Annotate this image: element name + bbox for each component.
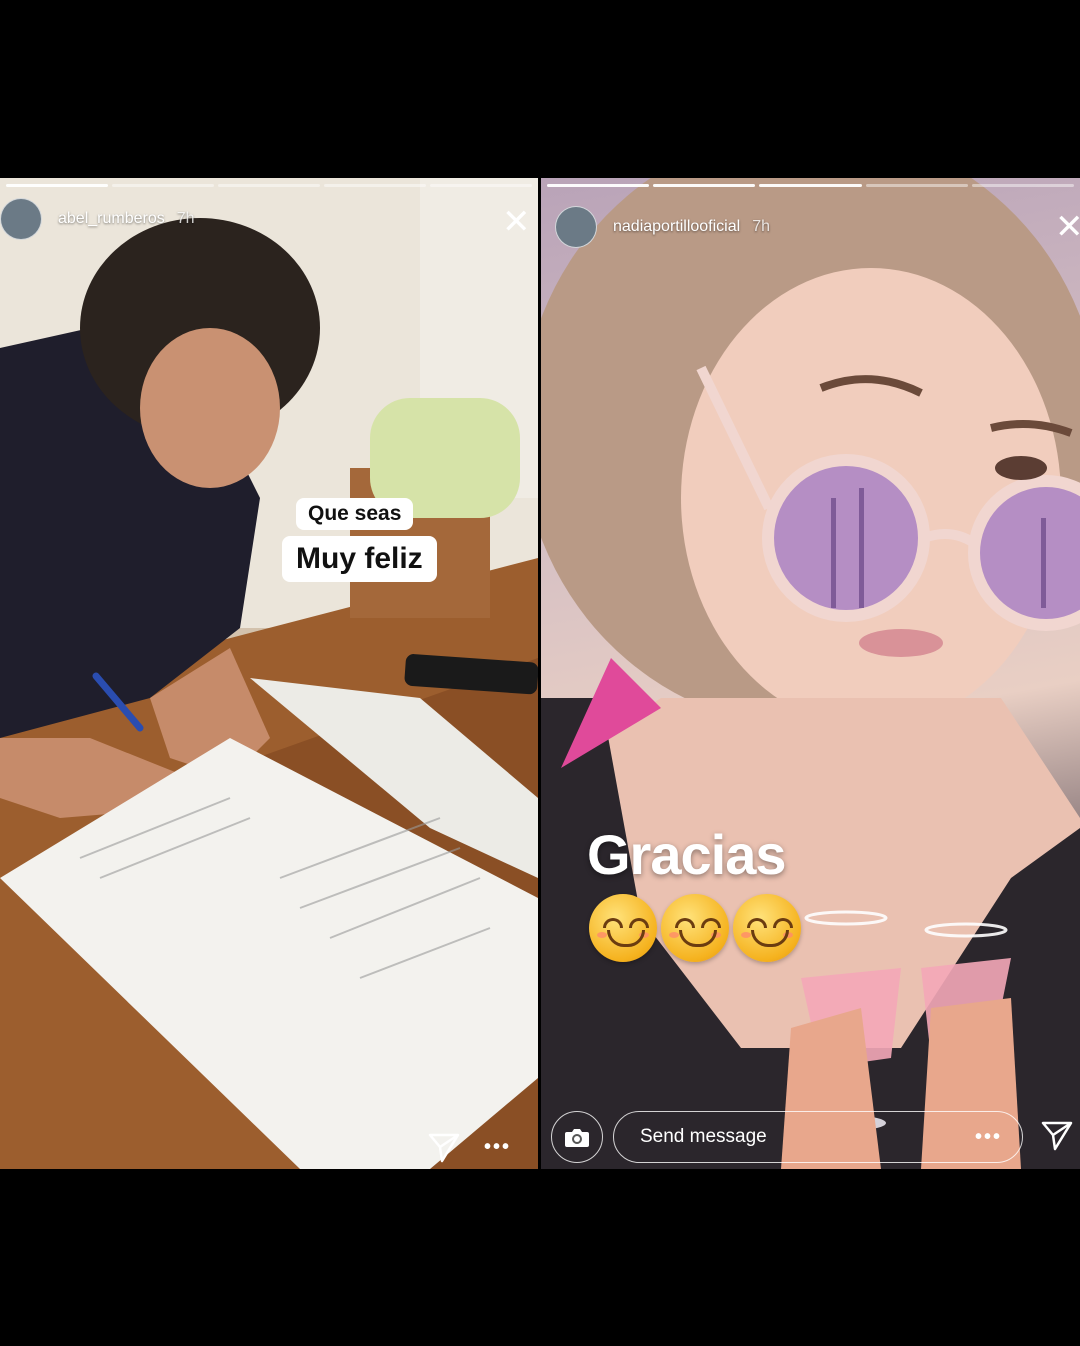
- more-dots-icon[interactable]: •••: [484, 1136, 511, 1159]
- camera-button[interactable]: [551, 1111, 603, 1163]
- text-sticker-line1: Que seas: [296, 498, 414, 530]
- progress-segment: [547, 184, 650, 187]
- story-left[interactable]: abel_rumberos 7h ✕ Que seas Muy feliz ••…: [0, 178, 538, 1169]
- more-dots-icon[interactable]: •••: [975, 1126, 1002, 1149]
- caption-text: Gracias: [587, 823, 786, 886]
- smiling-face-emoji-icon: [733, 894, 801, 962]
- username[interactable]: abel_rumberos: [58, 210, 165, 228]
- story-header: abel_rumberos 7h: [0, 194, 538, 244]
- send-message-input[interactable]: Send message: [613, 1111, 1023, 1163]
- emoji-sticker-row: [589, 894, 801, 962]
- camera-icon: [565, 1129, 589, 1147]
- text-sticker-line2: Muy feliz: [282, 536, 437, 582]
- story-progress: [547, 184, 1075, 187]
- smiling-face-emoji-icon: [661, 894, 729, 962]
- progress-segment: [865, 184, 968, 187]
- send-message-placeholder: Send message: [640, 1126, 767, 1147]
- progress-segment: [218, 184, 320, 187]
- smiling-face-emoji-icon: [589, 894, 657, 962]
- story-header: nadiaportillooficial 7h: [541, 202, 1080, 252]
- paper-plane-icon[interactable]: [1041, 1121, 1073, 1151]
- story-progress: [6, 184, 532, 187]
- avatar[interactable]: [555, 206, 597, 248]
- close-icon[interactable]: ✕: [502, 205, 531, 239]
- close-icon[interactable]: ✕: [1055, 210, 1080, 244]
- progress-segment: [971, 184, 1075, 187]
- avatar[interactable]: [0, 198, 42, 240]
- timestamp: 7h: [176, 210, 195, 227]
- story-photo: [541, 178, 1080, 1169]
- progress-segment: [324, 184, 426, 187]
- progress-segment: [6, 184, 108, 187]
- progress-segment: [759, 184, 862, 187]
- progress-segment: [653, 184, 756, 187]
- story-photo: [0, 178, 538, 1169]
- username[interactable]: nadiaportillooficial: [613, 218, 740, 236]
- story-right[interactable]: nadiaportillooficial 7h ✕ Gracias Send m…: [541, 178, 1080, 1169]
- progress-segment: [430, 184, 532, 187]
- paper-plane-icon[interactable]: [428, 1133, 460, 1163]
- timestamp: 7h: [752, 218, 770, 235]
- progress-segment: [112, 184, 214, 187]
